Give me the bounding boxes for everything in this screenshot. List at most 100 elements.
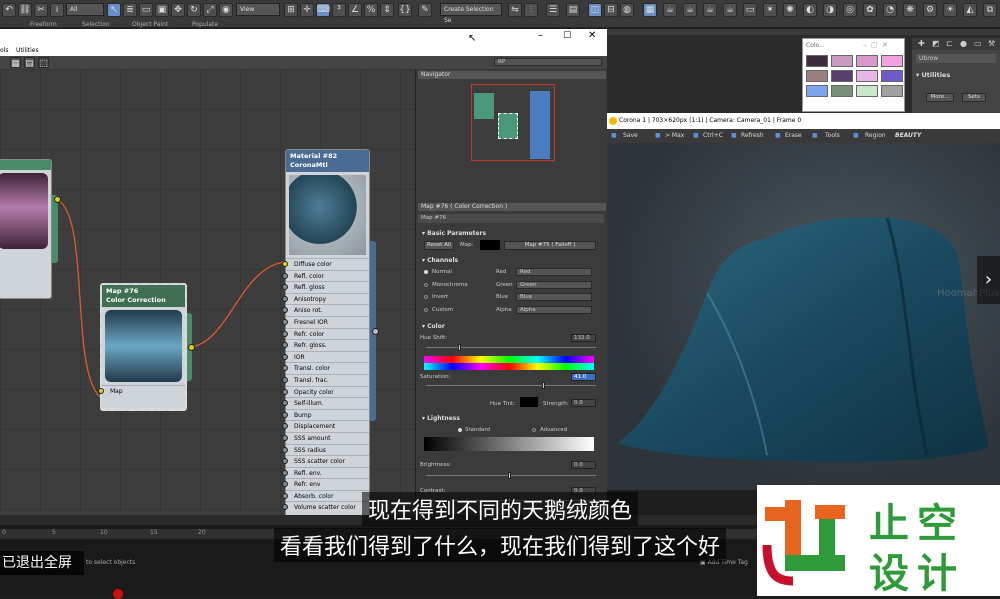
- material-slot[interactable]: SSS scatter color: [282, 455, 369, 467]
- color-swatch[interactable]: [806, 55, 828, 67]
- mirror-icon[interactable]: ⇋: [508, 3, 522, 17]
- color-swatch[interactable]: [856, 85, 878, 97]
- corona-vfb-icon[interactable]: ◭: [963, 3, 977, 17]
- slot-input-socket[interactable]: [282, 388, 288, 395]
- layer-explorer-icon[interactable]: ☰: [546, 3, 560, 17]
- hierarchy-tab-icon[interactable]: ⊏: [946, 39, 953, 48]
- copy-icon[interactable]: ■: [693, 129, 699, 143]
- slot-input-socket[interactable]: [282, 307, 288, 314]
- place-icon[interactable]: ◉: [219, 3, 233, 17]
- channel-mode-radio[interactable]: [424, 270, 428, 274]
- node-view[interactable]: Map #76 Color Correction Map Material #8…: [0, 69, 415, 519]
- named-selection-icon[interactable]: ✎: [418, 3, 432, 17]
- map-name-field[interactable]: Map #76: [418, 214, 604, 223]
- create-tab-icon[interactable]: ✚: [918, 39, 925, 48]
- record-icon[interactable]: [113, 589, 123, 599]
- rect-selection-icon[interactable]: ▭: [139, 3, 153, 17]
- keyboard-shortcut-override-icon[interactable]: ⌨: [316, 3, 330, 17]
- slot-input-socket[interactable]: [282, 434, 288, 441]
- node-material-output-socket[interactable]: [372, 328, 379, 335]
- material-editor-icon[interactable]: ◍: [620, 3, 634, 17]
- color-swatch[interactable]: [806, 70, 828, 82]
- schematic-view-icon[interactable]: ⊟: [604, 3, 618, 17]
- render-refresh-button[interactable]: Refresh: [741, 129, 764, 143]
- slot-input-socket[interactable]: [282, 446, 288, 453]
- menu-utilities[interactable]: Utilities: [16, 47, 39, 54]
- slot-input-socket[interactable]: [282, 400, 288, 407]
- map-falloff-button[interactable]: Map #75 ( Falloff ): [504, 241, 596, 250]
- select-tool-icon[interactable]: ⬚: [38, 57, 49, 69]
- render-activeshade-icon[interactable]: ☕: [723, 3, 737, 17]
- ribbon-tab-object-paint[interactable]: Object Paint: [132, 21, 168, 28]
- brightness-slider[interactable]: [508, 472, 511, 479]
- slot-input-socket[interactable]: [282, 481, 288, 488]
- hue-shift-value[interactable]: 132.0: [571, 334, 596, 342]
- align-icon[interactable]: ⫶: [524, 3, 538, 17]
- channel-row-dropdown[interactable]: Green: [516, 280, 592, 289]
- close-icon[interactable]: ✕: [588, 30, 596, 41]
- lightness-header[interactable]: ▾ Lightness: [422, 415, 460, 422]
- select-object-icon[interactable]: ↖: [107, 3, 121, 17]
- save-icon[interactable]: ■: [611, 129, 617, 143]
- material-slot[interactable]: Opacity color: [282, 385, 369, 398]
- view-selector-dropdown[interactable]: RP: [494, 58, 602, 66]
- channels-header[interactable]: ▾ Channels: [422, 257, 458, 264]
- color-swatch[interactable]: [831, 55, 853, 67]
- material-slot[interactable]: SSS amount: [282, 431, 369, 444]
- slot-input-socket[interactable]: [282, 284, 288, 291]
- minimize-icon[interactable]: –: [538, 30, 543, 41]
- color-swatch[interactable]: [806, 85, 828, 97]
- pivot-icon[interactable]: ⊞: [284, 3, 298, 17]
- menu-tools[interactable]: ols: [0, 47, 8, 54]
- corona-camera-icon[interactable]: ◐: [803, 3, 817, 17]
- material-slot[interactable]: Refl. color: [282, 269, 369, 282]
- basic-params-header[interactable]: ▾ Basic Parameters: [422, 230, 486, 237]
- rendered-frame-icon[interactable]: ☕: [663, 3, 677, 17]
- render-save-button[interactable]: Save: [623, 129, 638, 143]
- slot-input-socket[interactable]: [282, 318, 288, 325]
- object-dropdown[interactable]: Ubrow: [916, 54, 996, 63]
- scale-icon[interactable]: ⤢: [203, 3, 217, 17]
- rotate-icon[interactable]: ↻: [187, 3, 201, 17]
- channel-row-dropdown[interactable]: Red: [516, 268, 592, 276]
- motion-tab-icon[interactable]: ●: [960, 39, 967, 48]
- render-setup-icon[interactable]: ▦: [643, 3, 657, 17]
- slot-input-socket[interactable]: [282, 330, 288, 337]
- slot-input-socket[interactable]: [282, 261, 288, 267]
- corona-proxy-icon[interactable]: ◑: [823, 3, 837, 17]
- saturation-slider[interactable]: [542, 382, 545, 389]
- strength-value[interactable]: 0.0: [571, 399, 596, 407]
- node-material[interactable]: Material #82 CoronaMtl Diffuse color Refl…: [282, 149, 370, 519]
- link-icon[interactable]: ⛓: [18, 3, 32, 17]
- undo-icon[interactable]: ↶: [2, 3, 16, 17]
- material-slot[interactable]: Refr. color: [282, 327, 369, 340]
- bind-icon[interactable]: ≀: [50, 3, 64, 17]
- region-icon[interactable]: ■: [853, 129, 859, 143]
- saturation-value[interactable]: 41.0: [571, 373, 596, 381]
- corona-slicer-icon[interactable]: ⚙: [923, 3, 937, 17]
- material-slot[interactable]: IOR: [282, 350, 369, 363]
- hue-tint-swatch[interactable]: [520, 397, 538, 407]
- color-swatch[interactable]: [856, 55, 878, 67]
- render-viewport[interactable]: HoomahPlus: [607, 143, 1000, 490]
- corona-sky-icon[interactable]: ◎: [843, 3, 857, 17]
- material-slot[interactable]: Bump: [282, 408, 369, 421]
- edit-named-selection-icon[interactable]: {}: [398, 3, 412, 17]
- percent-snap-icon[interactable]: %: [364, 3, 378, 17]
- map-input-socket[interactable]: [98, 388, 104, 394]
- modify-tab-icon[interactable]: ◩: [932, 39, 940, 48]
- material-slot[interactable]: Refr. env: [282, 478, 369, 490]
- layout-children-icon[interactable]: ▤: [24, 57, 35, 69]
- ribbon-tab-populate[interactable]: Populate: [192, 21, 218, 28]
- material-slot[interactable]: Transl. frac.: [282, 373, 369, 386]
- render-online-icon[interactable]: ▭: [743, 3, 757, 17]
- sets-button[interactable]: Sets: [962, 93, 986, 102]
- utilities-tab-icon[interactable]: ⚒: [988, 39, 995, 48]
- more-button[interactable]: More...: [926, 93, 954, 102]
- channel-row-dropdown[interactable]: Blue: [516, 293, 592, 301]
- corona-sun-icon[interactable]: ✺: [783, 3, 797, 17]
- color-swatch[interactable]: [881, 70, 903, 82]
- render-erase-button[interactable]: Erase: [785, 129, 802, 143]
- slot-input-socket[interactable]: [282, 342, 288, 349]
- reset-all-button[interactable]: Reset All: [424, 241, 454, 250]
